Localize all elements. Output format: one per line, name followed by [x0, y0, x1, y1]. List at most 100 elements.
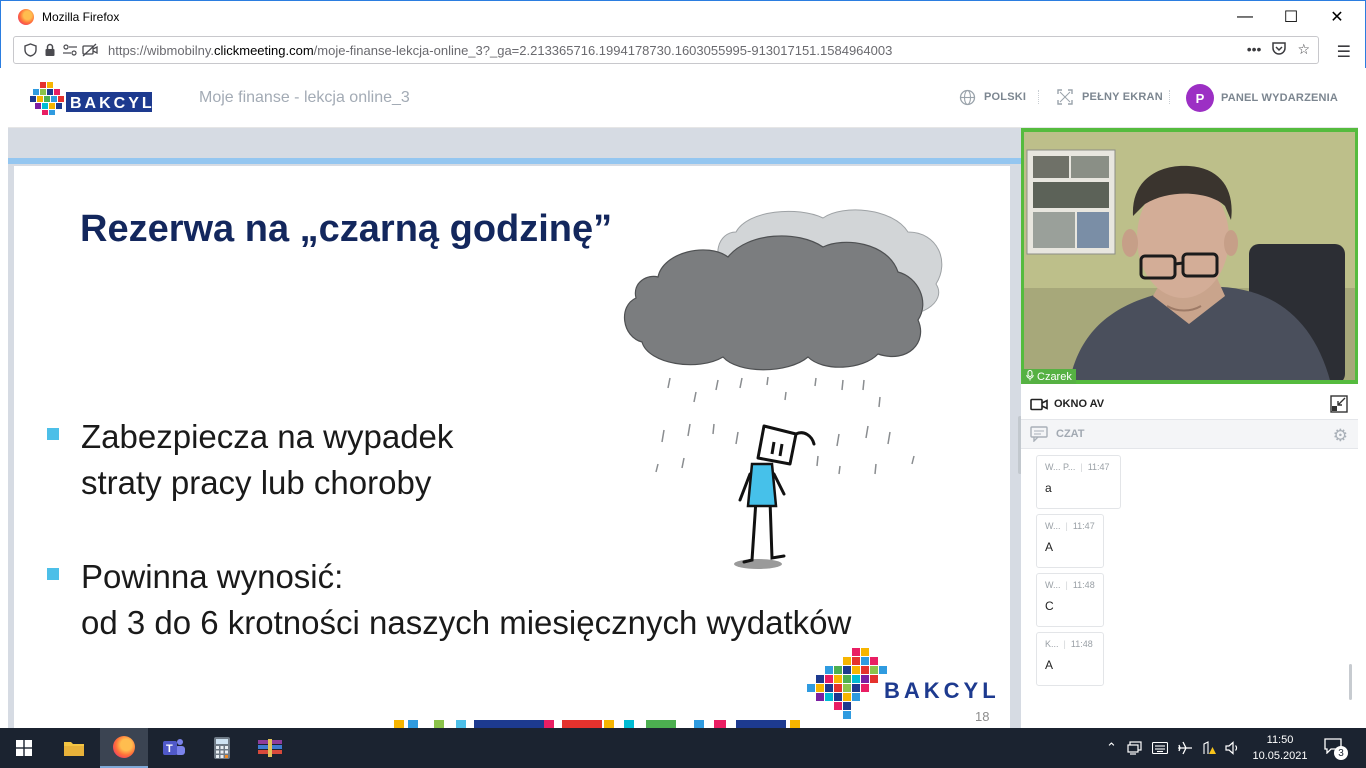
svg-text:T: T: [166, 743, 173, 755]
fullscreen-button[interactable]: PEŁNY EKRAN: [1056, 88, 1163, 106]
stage-accent-strip: [8, 158, 1021, 164]
speaker-video[interactable]: Czarek: [1021, 128, 1358, 384]
presentation-slide: Rezerwa na „czarną godzinę” Zabezpiecza …: [14, 166, 1010, 728]
start-button[interactable]: [0, 728, 48, 768]
taskbar-teams[interactable]: T: [150, 728, 198, 768]
fullscreen-label: PEŁNY EKRAN: [1082, 91, 1163, 103]
message-time: 11:48: [1072, 580, 1095, 590]
language-label: POLSKI: [984, 91, 1027, 103]
taskbar-calculator[interactable]: [198, 728, 246, 768]
menu-hamburger-icon[interactable]: ☰: [1337, 42, 1351, 62]
folder-icon: [64, 742, 84, 756]
participant-name: Czarek: [1037, 370, 1072, 383]
event-header: BAKCYL Moje finanse - lekcja online_3 PO…: [8, 68, 1358, 128]
chat-header[interactable]: CZAT ⚙: [1021, 419, 1358, 449]
bullet-marker: [47, 568, 59, 580]
av-window-label: OKNO AV: [1054, 398, 1105, 410]
presentation-stage: Rezerwa na „czarną godzinę” Zabezpiecza …: [8, 128, 1021, 728]
event-panel-button[interactable]: P PANEL WYDARZENIA: [1186, 84, 1338, 112]
minimize-button[interactable]: —: [1222, 1, 1268, 33]
taskbar-file-explorer[interactable]: [50, 728, 98, 768]
message-time: 11:47: [1087, 462, 1110, 472]
tracking-shield-icon[interactable]: [20, 40, 40, 60]
chat-message-list[interactable]: W... P... | 11:47 a W... | 11:47 A W... | 11:4…: [1021, 450, 1358, 720]
chevron-up-icon[interactable]: ⌃: [1106, 740, 1117, 756]
power-warning-icon[interactable]: [1202, 741, 1216, 755]
network-icon[interactable]: [1127, 741, 1143, 755]
airplane-mode-icon[interactable]: [1177, 741, 1193, 755]
rain-cloud-illustration: [623, 209, 943, 569]
slide-page-number: 18: [975, 709, 990, 724]
bullet-line: Zabezpiecza na wypadek: [81, 418, 454, 455]
message-text: a: [1045, 481, 1052, 495]
lock-icon[interactable]: [40, 40, 60, 60]
message-time: 11:48: [1070, 639, 1093, 649]
chat-message: W... P... | 11:47 a: [1036, 455, 1121, 509]
video-camera-icon: [1030, 397, 1048, 411]
active-speaker-border: [1021, 128, 1024, 384]
event-title: Moje finanse - lekcja online_3: [199, 89, 410, 106]
teams-icon: T: [163, 739, 185, 755]
message-sender: W... P...: [1045, 462, 1076, 472]
url-text[interactable]: https://wibmobilny.clickmeeting.com/moje…: [108, 43, 892, 58]
windows-logo-icon: [16, 740, 32, 756]
url-bar[interactable]: https://wibmobilny.clickmeeting.com/moje…: [13, 36, 1319, 64]
permissions-icon[interactable]: [60, 40, 80, 60]
taskbar-archiver[interactable]: [246, 728, 294, 768]
message-text: A: [1045, 540, 1054, 554]
participant-name-tag: Czarek: [1022, 369, 1076, 384]
firefox-title-bar: Mozilla Firefox — ☐ ✕: [0, 0, 1366, 32]
bullet-line: Powinna wynosić:: [81, 558, 344, 595]
firefox-icon: [18, 8, 34, 25]
chat-scrollbar[interactable]: [1349, 664, 1352, 700]
bullet-marker: [47, 428, 59, 440]
windows-taskbar: T ⌃ 11:50 10.05.2021 3: [0, 728, 1366, 768]
active-speaker-border: [1355, 128, 1358, 384]
header-separator: [1038, 90, 1039, 104]
clock-date: 10.05.2021: [1252, 750, 1308, 762]
globe-icon: [958, 88, 976, 106]
message-sender: K...: [1045, 639, 1059, 649]
camera-permission-icon[interactable]: [80, 40, 100, 60]
active-speaker-border: [1021, 128, 1358, 132]
close-window-button[interactable]: ✕: [1314, 1, 1360, 33]
avatar: P: [1186, 84, 1214, 112]
speaker-video-frame: [1021, 128, 1358, 384]
notification-count: 3: [1334, 746, 1348, 760]
firefox-icon: [113, 736, 135, 758]
chat-message: K... | 11:48 A: [1036, 632, 1104, 686]
clock-time: 11:50: [1266, 734, 1294, 746]
action-center-button[interactable]: 3: [1324, 738, 1348, 760]
gear-icon[interactable]: ⚙: [1333, 426, 1348, 446]
message-sender: W...: [1045, 580, 1061, 590]
undock-window-icon[interactable]: [1330, 395, 1348, 413]
bookmark-star-icon[interactable]: ☆: [1297, 41, 1310, 59]
pocket-icon[interactable]: [1271, 41, 1287, 59]
archive-icon: [258, 739, 282, 757]
language-button[interactable]: POLSKI: [958, 88, 1026, 106]
navigation-toolbar: https://wibmobilny.clickmeeting.com/moje…: [0, 32, 1366, 68]
message-text: C: [1045, 599, 1054, 613]
side-panel: Czarek OKNO AV CZAT ⚙ W... P... | 11:47 a: [1021, 128, 1358, 728]
bakcyl-logo: BAKCYL: [30, 82, 154, 115]
maximize-button[interactable]: ☐: [1268, 1, 1314, 33]
screen: Mozilla Firefox — ☐ ✕ https://wibmobilny…: [0, 0, 1366, 768]
system-clock[interactable]: 11:50 10.05.2021: [1245, 732, 1315, 764]
event-panel-label: PANEL WYDARZENIA: [1221, 92, 1339, 104]
volume-icon[interactable]: [1225, 741, 1241, 755]
keyboard-icon[interactable]: [1151, 742, 1168, 754]
url-actions: ••• ☆: [1247, 41, 1310, 59]
chat-message: W... | 11:47 A: [1036, 514, 1104, 568]
av-window-bar[interactable]: OKNO AV: [1021, 390, 1358, 418]
taskbar-firefox[interactable]: [100, 728, 148, 768]
system-tray: ⌃: [1106, 728, 1241, 768]
page-actions-icon[interactable]: •••: [1247, 41, 1262, 59]
message-sender: W...: [1045, 521, 1061, 531]
logo-text: BAKCYL: [70, 95, 154, 112]
chat-label: CZAT: [1056, 428, 1085, 440]
chat-message: W... | 11:48 C: [1036, 573, 1104, 627]
bullet-line: straty pracy lub choroby: [81, 464, 432, 501]
bullet-line: od 3 do 6 krotności naszych miesięcznych…: [81, 604, 852, 641]
slide-title: Rezerwa na „czarną godzinę”: [80, 208, 613, 250]
chat-bubble-icon: [1030, 426, 1048, 442]
